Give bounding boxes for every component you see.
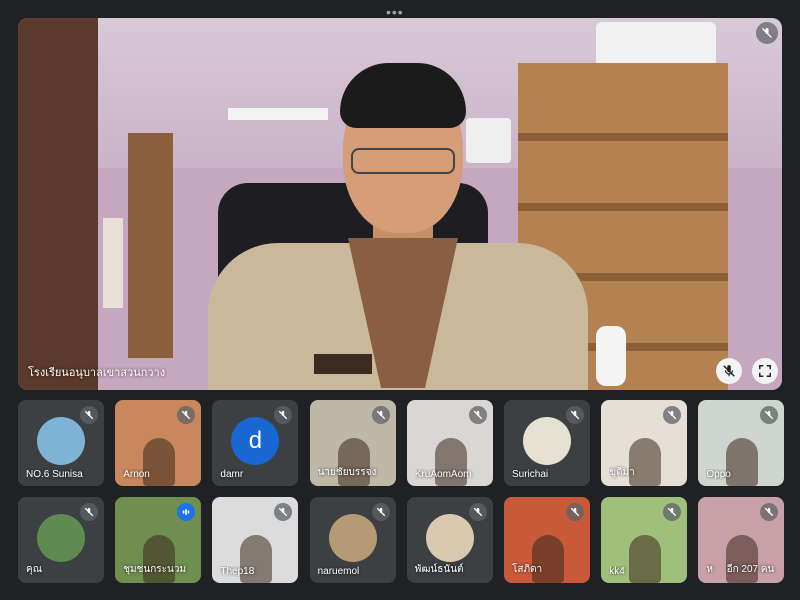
participant-tile[interactable]: NO.6 Sunisa [18, 400, 104, 486]
participant-tile[interactable]: KruAomAom [406, 400, 493, 486]
avatar [425, 514, 474, 562]
participant-name: Oppo [706, 469, 731, 480]
participant-name: ขุดิมา [609, 467, 635, 478]
participant-tile[interactable]: naruemol [309, 497, 396, 583]
participant-name: Thep18 [220, 566, 255, 577]
participant-tile[interactable]: ขุดิมา [601, 400, 688, 486]
mic-off-icon [468, 503, 487, 521]
participant-tile[interactable]: d damr [212, 400, 299, 486]
participant-tile[interactable]: พัฒน์ธนันต์ [406, 497, 493, 583]
fullscreen-button[interactable] [752, 358, 778, 384]
participant-tile[interactable]: Thep18 [212, 497, 299, 583]
participant-name: Arnon [123, 469, 150, 480]
mic-off-icon [566, 406, 584, 424]
main-speaker-name: โรงเรียนอนุบาลเขาสวนกวาง [28, 367, 166, 379]
participant-name: kk4 [609, 566, 625, 577]
participant-name: KruAomAom [414, 469, 472, 480]
participant-tile[interactable]: คุณ [18, 497, 104, 583]
participant-name: damr [220, 469, 244, 480]
participant-name: นายชัยบรรจง [317, 467, 377, 478]
mic-off-icon [80, 503, 98, 521]
participant-tile[interactable]: หอีก 207 คน [698, 497, 785, 583]
speaker-video [18, 18, 782, 390]
participant-tile[interactable]: Oppo [698, 400, 785, 486]
participant-name: NO.6 Sunisa [26, 469, 83, 480]
avatar [328, 514, 377, 562]
participant-name: โสภิดา [512, 564, 543, 575]
mic-off-icon [756, 22, 778, 44]
mute-participant-button[interactable] [716, 358, 742, 384]
participant-name: พัฒน์ธนันต์ [414, 564, 464, 575]
participant-tile[interactable]: โสภิดา [504, 497, 590, 583]
avatar [37, 514, 85, 562]
mic-off-icon [468, 406, 487, 424]
mic-off-icon [566, 503, 584, 521]
participant-name: naruemol [317, 566, 360, 577]
participant-tile[interactable]: Surichai [504, 400, 590, 486]
main-speaker-tile[interactable]: โรงเรียนอนุบาลเขาสวนกวาง [18, 18, 782, 390]
participant-tile[interactable]: นายชัยบรรจง [309, 400, 396, 486]
participant-tile[interactable]: kk4 [601, 497, 688, 583]
more-participants-count[interactable]: อีก 207 คน [727, 562, 775, 577]
mic-off-icon [80, 406, 98, 424]
participant-tile[interactable]: Arnon [115, 400, 202, 486]
participant-name: Surichai [512, 469, 549, 480]
mic-off-icon [371, 406, 390, 424]
participant-tile[interactable]: ชุมชนกระนวม [115, 497, 202, 583]
avatar [37, 417, 85, 465]
mic-off-icon [371, 503, 390, 521]
participant-name: คุณ [26, 564, 42, 575]
participant-name: ชุมชนกระนวม [123, 564, 187, 575]
avatar [523, 417, 571, 465]
